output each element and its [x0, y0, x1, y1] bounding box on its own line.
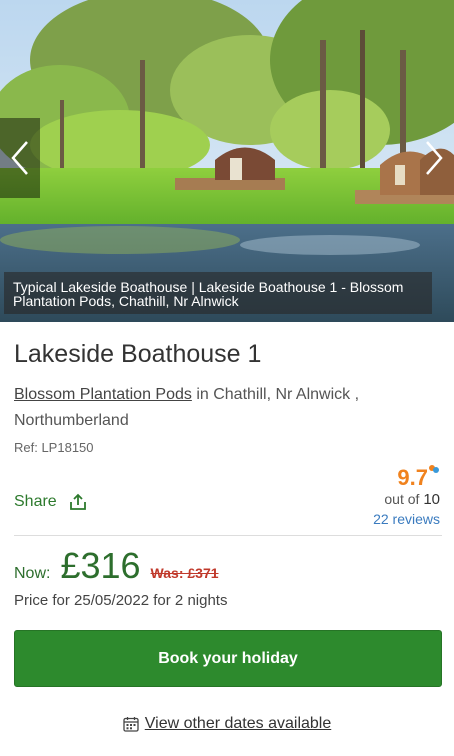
park-link[interactable]: Blossom Plantation Pods — [14, 386, 192, 403]
out-of-value: 10 — [423, 491, 440, 508]
divider — [14, 535, 442, 536]
gallery-caption: Typical Lakeside Boathouse | Lakeside Bo… — [4, 272, 432, 314]
share-icon — [69, 493, 86, 510]
now-price: £316 — [60, 545, 141, 586]
chevron-left-icon — [11, 141, 28, 175]
gallery-prev-button[interactable] — [0, 118, 40, 198]
hero-image: Typical Lakeside Boathouse | Lakeside Bo… — [0, 0, 454, 322]
out-of-label: out of — [384, 491, 420, 507]
reviews-link[interactable]: 22 reviews — [373, 511, 440, 527]
property-location: Blossom Plantation Pods in Chathill, Nr … — [14, 382, 414, 434]
property-title: Lakeside Boathouse 1 — [14, 340, 262, 368]
view-other-dates-link[interactable]: View other dates available — [0, 715, 454, 733]
share-button[interactable]: Share — [14, 493, 87, 511]
price-for: Price for 25/05/2022 for 2 nights — [14, 592, 228, 609]
rating-score: 9.7 — [397, 465, 428, 490]
share-label: Share — [14, 493, 57, 510]
balloon-icon — [429, 465, 439, 473]
book-holiday-button[interactable]: Book your holiday — [14, 630, 442, 687]
was-price: Was: £371 — [150, 565, 219, 581]
chevron-right-icon — [426, 141, 443, 175]
calendar-icon — [123, 717, 139, 732]
other-dates-label: View other dates available — [144, 715, 332, 732]
now-label: Now: — [14, 565, 51, 582]
rating-block: 9.7 out of 10 22 reviews — [373, 464, 440, 527]
price-row: Now: £316 Was: £371 — [14, 545, 219, 587]
rating-out-of: out of 10 — [373, 491, 440, 508]
property-ref: Ref: LP18150 — [14, 440, 94, 455]
gallery-next-button[interactable] — [414, 118, 454, 198]
